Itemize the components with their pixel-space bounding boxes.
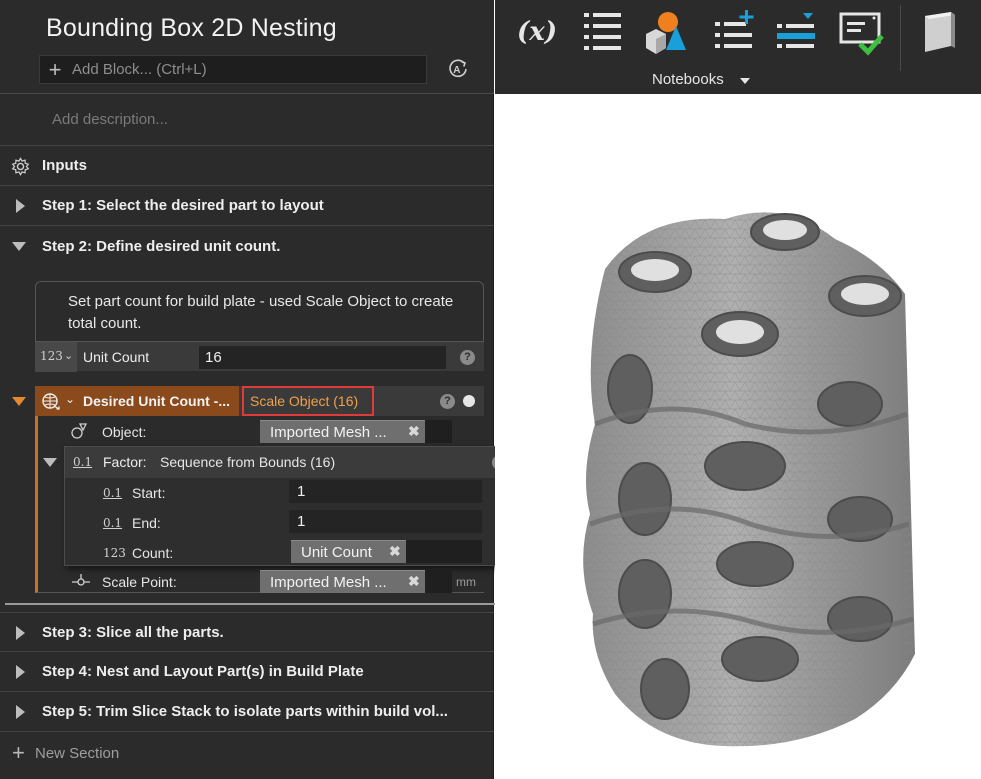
- validate-icon[interactable]: [838, 8, 884, 56]
- chevron-down-icon[interactable]: ⌄: [65, 392, 75, 406]
- help-icon[interactable]: ?: [440, 394, 455, 409]
- object-label: Object:: [102, 424, 147, 440]
- end-value: 1: [297, 513, 306, 530]
- caret-down-icon[interactable]: [740, 78, 750, 84]
- add-list-icon[interactable]: [711, 8, 757, 56]
- variables-glyph: (x): [517, 17, 557, 47]
- point-type-icon: [72, 574, 90, 586]
- new-section-label: New Section: [35, 745, 120, 762]
- insert-list-icon[interactable]: [773, 8, 819, 56]
- notebook-header: Bounding Box 2D Nesting + Add Block... (…: [0, 0, 494, 94]
- notebook-title[interactable]: Bounding Box 2D Nesting: [46, 14, 337, 43]
- section-inputs[interactable]: Inputs: [0, 146, 494, 186]
- section-divider: [5, 603, 495, 605]
- scale-point-input-tail[interactable]: [425, 570, 452, 593]
- count-input-tail[interactable]: [406, 540, 482, 563]
- remove-icon[interactable]: ✖: [389, 543, 401, 560]
- factor-header[interactable]: 0.1 Factor: Sequence from Bounds (16) ?: [43, 447, 514, 478]
- svg-text:A: A: [453, 65, 460, 76]
- add-block-input[interactable]: + Add Block... (Ctrl+L): [39, 55, 427, 84]
- unit-count-field[interactable]: 16: [199, 346, 446, 369]
- unit-label: mm: [456, 575, 476, 589]
- auto-update-icon[interactable]: A: [447, 58, 469, 80]
- expand-arrow-icon[interactable]: [16, 665, 25, 679]
- factor-label: Factor:: [103, 454, 147, 470]
- factor-value: Sequence from Bounds (16): [160, 454, 336, 470]
- unit-count-label: Unit Count: [83, 349, 150, 365]
- desired-unit-label: Desired Unit Count -...: [83, 393, 230, 409]
- number-type-icon: 0.1: [103, 516, 123, 530]
- view-cube-icon[interactable]: [915, 8, 961, 56]
- object-value-chip[interactable]: Imported Mesh ... ✖: [260, 420, 425, 443]
- gyroid-lattice-model[interactable]: [495, 94, 981, 779]
- section-step3-label: Step 3: Slice all the parts.: [42, 623, 224, 641]
- expand-arrow-icon[interactable]: [16, 705, 25, 719]
- scale-object-icon: [42, 393, 60, 410]
- gear-icon: [11, 157, 30, 176]
- number-type-icon: 0.1: [103, 486, 123, 500]
- plus-icon: +: [48, 56, 62, 82]
- count-value-chip[interactable]: Unit Count ✖: [291, 540, 406, 563]
- expand-arrow-icon[interactable]: [16, 199, 25, 213]
- count-label: Count:: [132, 545, 174, 561]
- unit-count-value: 16: [205, 349, 222, 366]
- unit-count-input-row: 123 ⌄ Unit Count 16 ?: [35, 341, 484, 372]
- remove-icon[interactable]: ✖: [408, 423, 420, 440]
- integer-type-icon: 123: [40, 349, 63, 363]
- toolbar: (x) Notebooks: [495, 0, 981, 94]
- variables-icon[interactable]: (x): [515, 8, 561, 56]
- start-label: Start:: [132, 485, 166, 501]
- notebook-panel: Bounding Box 2D Nesting + Add Block... (…: [0, 0, 515, 779]
- section-step5[interactable]: Step 5: Trim Slice Stack to isolate part…: [0, 692, 494, 732]
- section-step1-label: Step 1: Select the desired part to layou…: [42, 197, 324, 214]
- status-dot-icon: [463, 395, 475, 407]
- start-value: 1: [297, 483, 306, 500]
- section-step3[interactable]: Step 3: Slice all the parts.: [0, 612, 494, 652]
- plus-icon: +: [12, 740, 25, 765]
- desired-unit-title-area[interactable]: ⌄ Desired Unit Count -...: [35, 386, 239, 416]
- step2-note-block[interactable]: Set part count for build plate - used Sc…: [35, 281, 484, 341]
- count-value: Unit Count: [301, 544, 372, 561]
- integer-type-icon: 123: [103, 546, 126, 560]
- section-step5-label: Step 5: Trim Slice Stack to isolate part…: [42, 703, 448, 720]
- operation-selector[interactable]: Scale Object (16): [242, 386, 374, 416]
- collapse-arrow-icon[interactable]: [43, 458, 57, 467]
- chevron-down-icon: ⌄: [64, 350, 74, 362]
- scale-point-value: Imported Mesh ...: [270, 574, 387, 591]
- object-value: Imported Mesh ...: [270, 424, 387, 441]
- section-step2-label: Step 2: Define desired unit count.: [42, 237, 281, 255]
- object-type-icon: [71, 423, 88, 439]
- step2-note-text: Set part count for build plate - used Sc…: [68, 293, 454, 332]
- sequence-type-icon: 0.1: [73, 455, 93, 469]
- add-block-placeholder: Add Block... (Ctrl+L): [72, 61, 207, 78]
- operation-label: Scale Object (16): [250, 393, 359, 409]
- scale-point-label: Scale Point:: [102, 574, 177, 590]
- scale-point-chip[interactable]: Imported Mesh ... ✖: [260, 570, 425, 593]
- remove-icon[interactable]: ✖: [408, 573, 420, 590]
- end-label: End:: [132, 515, 161, 531]
- description-field[interactable]: Add description...: [0, 95, 494, 146]
- expand-arrow-icon[interactable]: [16, 626, 25, 640]
- new-section-button[interactable]: + New Section: [0, 733, 494, 779]
- type-selector[interactable]: 123 ⌄: [35, 342, 77, 372]
- section-inputs-label: Inputs: [42, 157, 87, 174]
- toolbar-separator: [900, 5, 901, 71]
- notebooks-menu-label[interactable]: Notebooks: [652, 71, 724, 88]
- collapse-arrow-icon[interactable]: [12, 242, 26, 251]
- start-field[interactable]: 1: [289, 480, 482, 503]
- description-placeholder: Add description...: [52, 111, 168, 128]
- section-step4-label: Step 4: Nest and Layout Part(s) in Build…: [42, 663, 364, 680]
- section-step2[interactable]: Step 2: Define desired unit count.: [0, 226, 494, 266]
- section-step4[interactable]: Step 4: Nest and Layout Part(s) in Build…: [0, 652, 494, 692]
- desired-unit-header[interactable]: ⌄ Desired Unit Count -... Scale Object (…: [35, 386, 484, 416]
- primitives-icon[interactable]: [642, 8, 688, 56]
- collapse-arrow-icon[interactable]: [12, 397, 26, 406]
- end-field[interactable]: 1: [289, 510, 482, 533]
- list-icon[interactable]: [580, 8, 626, 56]
- factor-panel: 0.1 Factor: Sequence from Bounds (16) ? …: [43, 446, 515, 566]
- 3d-viewport[interactable]: [495, 94, 981, 779]
- object-input-tail[interactable]: [425, 420, 452, 443]
- help-icon[interactable]: ?: [460, 350, 475, 365]
- section-step1[interactable]: Step 1: Select the desired part to layou…: [0, 186, 494, 226]
